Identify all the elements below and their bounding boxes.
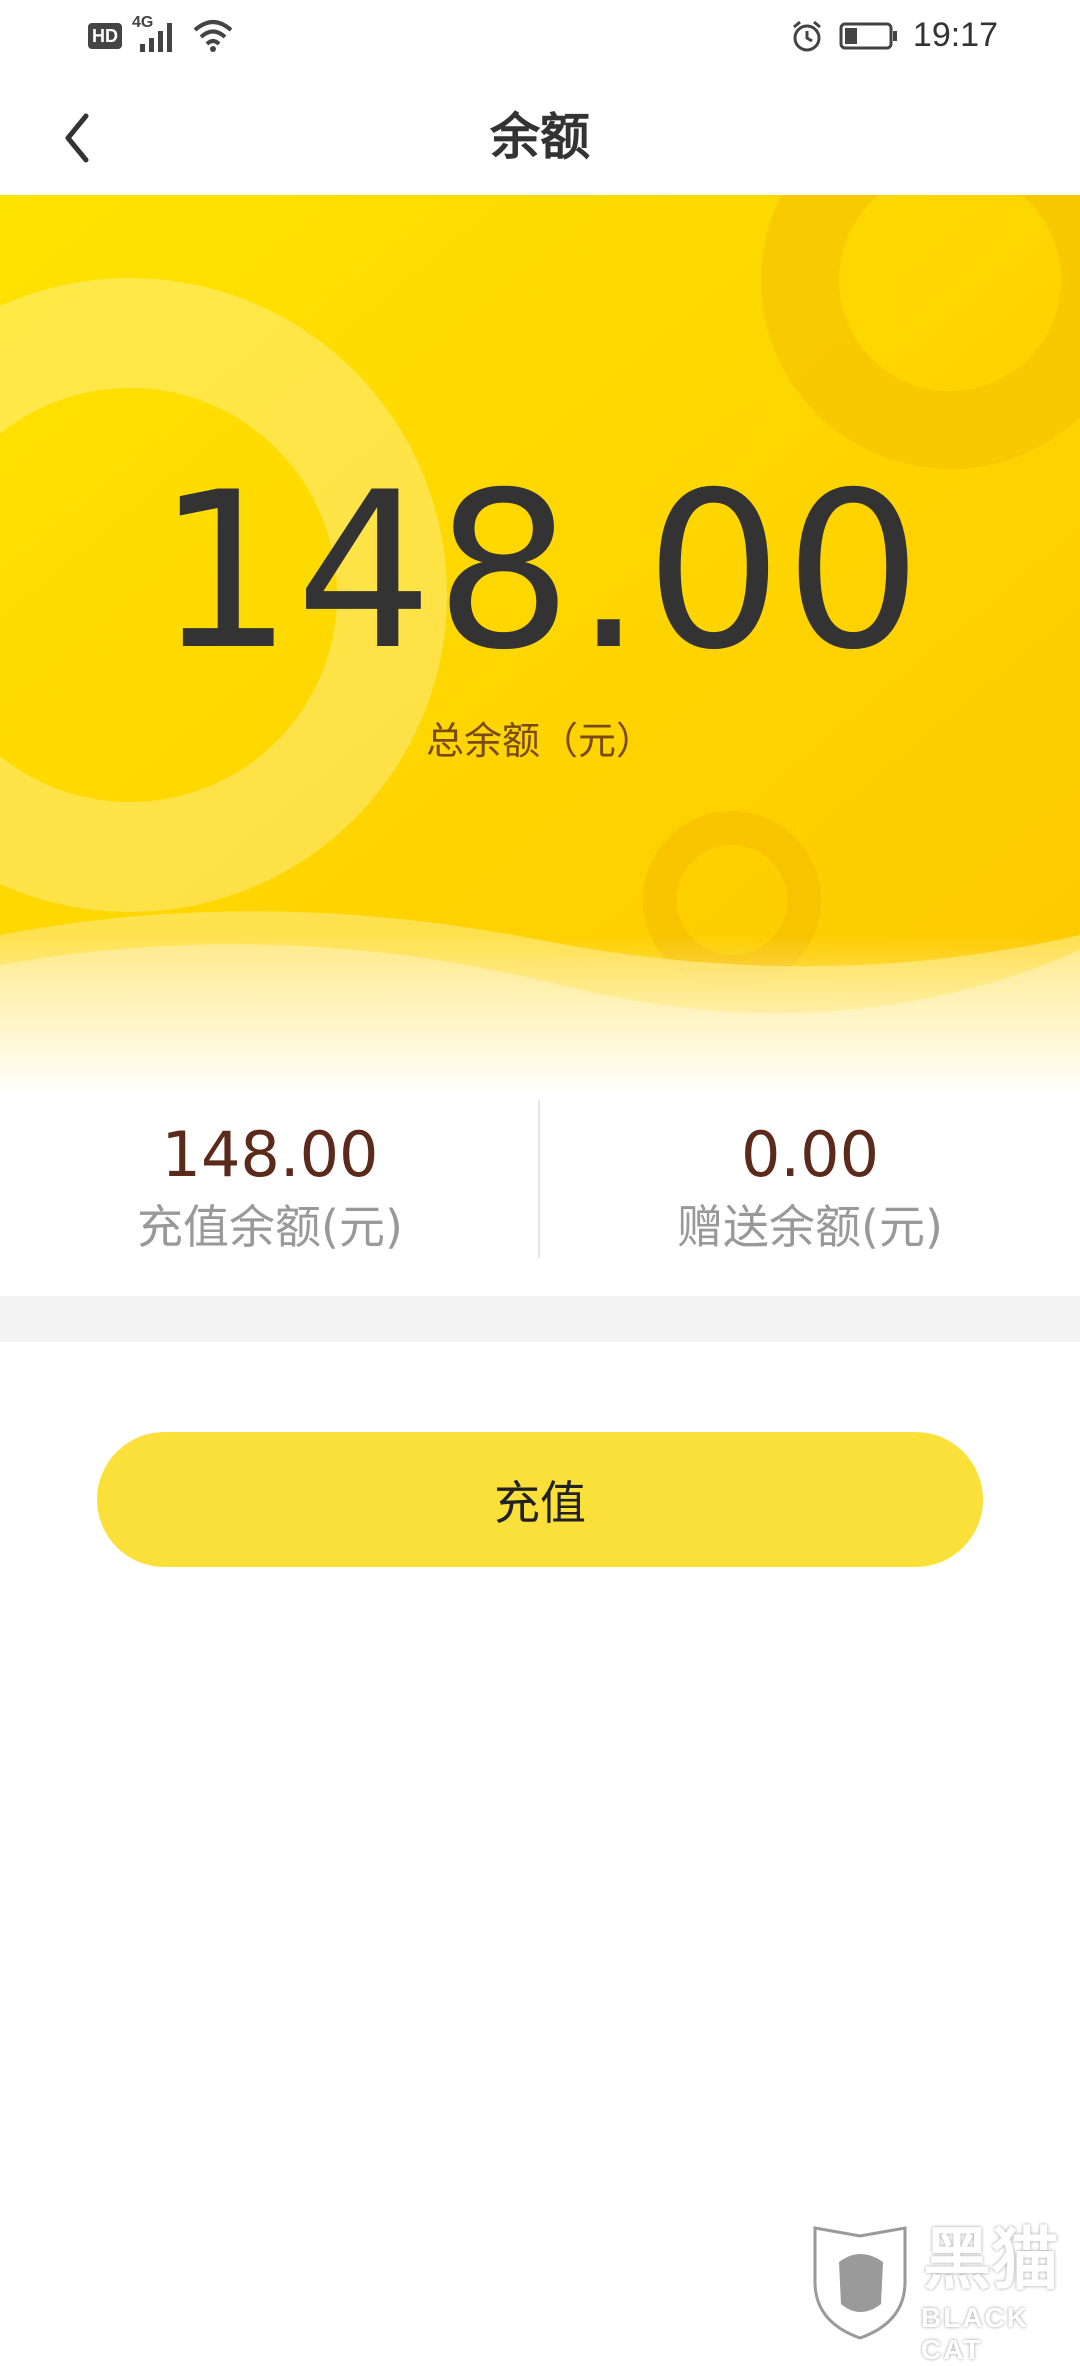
alarm-icon <box>789 18 825 54</box>
recharge-button[interactable]: 充值 <box>97 1432 983 1567</box>
battery-icon <box>839 21 899 51</box>
page-title: 余额 <box>490 108 590 166</box>
total-balance-label: 总余额（元） <box>425 719 654 763</box>
signal-icon: 4G <box>132 14 182 54</box>
status-right: 19:17 <box>789 16 998 55</box>
recharge-balance-value: 148.00 <box>161 1118 379 1191</box>
total-balance-amount: 148.00 <box>156 446 924 697</box>
status-time: 19:17 <box>912 16 998 54</box>
bonus-balance-value: 0.00 <box>740 1118 880 1191</box>
bonus-balance-label: 赠送余额(元) <box>677 1200 943 1254</box>
recharge-balance: 148.00 充值余额(元) <box>0 1095 540 1257</box>
status-bar: HD 4G 19:17 <box>0 0 1080 80</box>
wifi-icon <box>192 18 234 54</box>
watermark-subtext: BLACK CAT <box>921 2302 1029 2365</box>
watermark: 黑猫 BLACK CAT <box>805 2221 1080 2365</box>
black-cat-logo-icon <box>813 2226 907 2340</box>
watermark-text: 黑猫 <box>923 2221 1060 2300</box>
bonus-balance: 0.00 赠送余额(元) <box>540 1095 1080 1257</box>
nav-bar: 余额 <box>0 80 1080 195</box>
recharge-balance-label: 充值余额(元) <box>137 1200 403 1254</box>
balance-breakdown: 148.00 充值余额(元) 0.00 赠送余额(元) <box>0 1095 1080 1295</box>
hd-icon: HD <box>88 23 122 49</box>
balance-hero: 148.00 总余额（元） <box>0 195 1080 1095</box>
status-left: HD 4G <box>88 14 234 54</box>
section-divider <box>0 1296 1080 1342</box>
